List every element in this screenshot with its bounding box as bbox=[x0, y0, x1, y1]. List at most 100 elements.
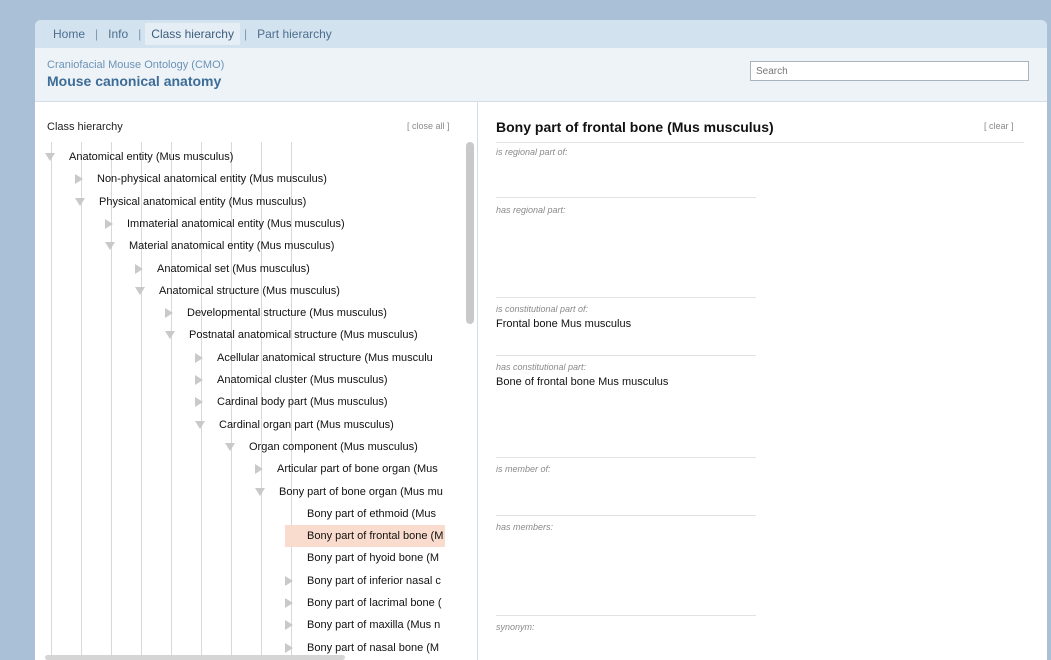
prop-value-has-constitutional-part[interactable]: Bone of frontal bone Mus musculus bbox=[496, 376, 668, 388]
tree-node-label: Bony part of bone organ (Mus mu bbox=[279, 485, 443, 498]
tree-node-label: Anatomical set (Mus musculus) bbox=[157, 262, 310, 275]
tree-node[interactable]: Anatomical structure (Mus musculus) bbox=[135, 280, 340, 302]
prop-label-is-member-of: is member of: bbox=[496, 464, 551, 474]
tree-node-label: Developmental structure (Mus musculus) bbox=[187, 307, 387, 320]
tab-separator: | bbox=[138, 27, 142, 41]
expanded-triangle-icon[interactable] bbox=[135, 286, 145, 295]
collapsed-triangle-icon[interactable] bbox=[285, 575, 293, 586]
collapsed-triangle-icon[interactable] bbox=[285, 620, 293, 631]
tree-node[interactable]: Bony part of ethmoid (Mus bbox=[285, 503, 436, 525]
tree-node[interactable]: Developmental structure (Mus musculus) bbox=[165, 302, 387, 324]
collapsed-triangle-icon[interactable] bbox=[165, 308, 173, 319]
tree-guide-line bbox=[81, 142, 82, 660]
tree-node-label: Bony part of inferior nasal c bbox=[307, 574, 441, 587]
tree-node-label: Immaterial anatomical entity (Mus muscul… bbox=[127, 217, 345, 230]
expanded-triangle-icon[interactable] bbox=[165, 331, 175, 340]
tree-node[interactable]: Articular part of bone organ (Mus bbox=[255, 458, 438, 480]
tree-node[interactable]: Bony part of bone organ (Mus mu bbox=[255, 481, 443, 503]
clear-link[interactable]: [ clear ] bbox=[984, 121, 1014, 131]
tree-node-label: Bony part of lacrimal bone ( bbox=[307, 597, 442, 609]
tree-node-label: Bony part of maxilla (Mus n bbox=[307, 619, 441, 632]
prop-label-has-regional-part: has regional part: bbox=[496, 205, 566, 215]
tree-guide-line bbox=[51, 142, 52, 660]
divider bbox=[496, 297, 756, 298]
expanded-triangle-icon[interactable] bbox=[105, 242, 115, 251]
tree-node[interactable]: Physical anatomical entity (Mus musculus… bbox=[75, 191, 306, 213]
collapsed-triangle-icon[interactable] bbox=[195, 375, 203, 385]
expanded-triangle-icon[interactable] bbox=[195, 420, 205, 429]
tree-node-label: Anatomical structure (Mus musculus) bbox=[159, 284, 340, 297]
tree-node-selected[interactable]: Bony part of frontal bone (M bbox=[285, 525, 446, 548]
prop-label-synonym: synonym: bbox=[496, 622, 535, 632]
expanded-triangle-icon[interactable] bbox=[255, 487, 265, 496]
collapsed-triangle-icon[interactable] bbox=[105, 218, 113, 229]
tree-node[interactable]: Bony part of maxilla (Mus n bbox=[285, 614, 440, 636]
tree-node-label: Bony part of frontal bone (M bbox=[307, 530, 444, 543]
tab-part-hierarchy[interactable]: Part hierarchy bbox=[251, 23, 338, 45]
collapsed-triangle-icon[interactable] bbox=[255, 464, 263, 475]
tree-node[interactable]: Organ component (Mus musculus) bbox=[225, 436, 418, 458]
tree-node[interactable]: Acellular anatomical structure (Mus musc… bbox=[195, 347, 433, 369]
prop-label-constitutional-part-of: is constitutional part of: bbox=[496, 304, 589, 314]
tree-node-label: Material anatomical entity (Mus musculus… bbox=[129, 240, 335, 253]
divider bbox=[496, 197, 756, 198]
collapsed-triangle-icon[interactable] bbox=[75, 174, 83, 185]
prop-label-has-members: has members: bbox=[496, 522, 554, 532]
tab-info[interactable]: Info bbox=[102, 23, 134, 45]
tree-node[interactable]: Anatomical entity (Mus musculus) bbox=[45, 146, 233, 168]
tree-node-label: Postnatal anatomical structure (Mus musc… bbox=[189, 329, 418, 342]
tab-separator: | bbox=[95, 27, 99, 41]
divider bbox=[496, 142, 1024, 143]
horizontal-scrollbar[interactable] bbox=[45, 655, 345, 660]
tab-separator: | bbox=[243, 27, 248, 41]
collapsed-triangle-icon[interactable] bbox=[285, 642, 293, 653]
tree-node[interactable]: Anatomical cluster (Mus musculus) bbox=[195, 369, 388, 391]
tree-node-label: Cardinal organ part (Mus musculus) bbox=[219, 418, 394, 431]
tree-node-label: Physical anatomical entity (Mus musculus… bbox=[99, 195, 307, 208]
prop-label-regional-part-of: is regional part of: bbox=[496, 147, 568, 157]
tree-node-label: Bony part of hyoid bone (M bbox=[307, 552, 440, 565]
tree-node[interactable]: Cardinal body part (Mus musculus) bbox=[195, 391, 388, 413]
tree-node-label: Organ component (Mus musculus) bbox=[249, 440, 418, 453]
divider bbox=[496, 355, 756, 356]
page-title: Mouse canonical anatomy bbox=[47, 73, 222, 89]
expanded-triangle-icon[interactable] bbox=[225, 442, 235, 451]
detail-panel: Bony part of frontal bone (Mus musculus)… bbox=[479, 102, 1047, 660]
prop-value-constitutional-part-of[interactable]: Frontal bone Mus musculus bbox=[496, 318, 631, 330]
tree-node[interactable]: Bony part of lacrimal bone ( bbox=[285, 592, 442, 614]
tree-node[interactable]: Material anatomical entity (Mus musculus… bbox=[105, 235, 334, 257]
tab-home[interactable]: Home bbox=[47, 23, 91, 45]
vertical-scrollbar[interactable] bbox=[466, 142, 474, 324]
tree-node-label: Bony part of ethmoid (Mus bbox=[307, 507, 437, 520]
divider bbox=[496, 515, 756, 516]
collapsed-triangle-icon[interactable] bbox=[195, 397, 203, 408]
prop-label-has-constitutional-part: has constitutional part: bbox=[496, 362, 587, 372]
detail-title: Bony part of frontal bone (Mus musculus) bbox=[496, 119, 774, 135]
tree-node-label: Articular part of bone organ (Mus bbox=[277, 463, 438, 476]
tab-class-hierarchy[interactable]: Class hierarchy bbox=[145, 23, 240, 45]
tree-node[interactable]: Postnatal anatomical structure (Mus musc… bbox=[165, 324, 418, 346]
tree-node-label: Cardinal body part (Mus musculus) bbox=[217, 396, 388, 409]
tree-node[interactable]: Anatomical set (Mus musculus) bbox=[135, 258, 310, 280]
tree-node-label: Bony part of nasal bone (M bbox=[307, 641, 440, 654]
expanded-triangle-icon[interactable] bbox=[75, 197, 85, 206]
divider bbox=[496, 457, 756, 458]
tree-node[interactable]: Immaterial anatomical entity (Mus muscul… bbox=[105, 213, 345, 235]
collapsed-triangle-icon[interactable] bbox=[195, 352, 203, 363]
collapsed-triangle-icon[interactable] bbox=[285, 598, 293, 608]
tree-node[interactable]: Non-physical anatomical entity (Mus musc… bbox=[75, 168, 327, 190]
expanded-triangle-icon[interactable] bbox=[45, 153, 55, 161]
class-hierarchy-panel: Class hierarchy [ close all ] Anatomical… bbox=[35, 102, 478, 660]
tree-node[interactable]: Bony part of inferior nasal c bbox=[285, 570, 441, 592]
search-input[interactable] bbox=[750, 61, 1029, 81]
tree-node[interactable]: Cardinal organ part (Mus musculus) bbox=[195, 414, 394, 436]
collapsed-triangle-icon[interactable] bbox=[135, 263, 143, 274]
app-window: Home | Info | Class hierarchy | Part hie… bbox=[35, 20, 1047, 660]
tab-bar: Home | Info | Class hierarchy | Part hie… bbox=[35, 20, 1047, 48]
class-tree: Anatomical entity (Mus musculus) Non-phys… bbox=[35, 102, 465, 660]
tree-node-label: Acellular anatomical structure (Mus musc… bbox=[217, 351, 433, 364]
page-header: Craniofacial Mouse Ontology (CMO) Mouse … bbox=[35, 48, 1047, 102]
tree-node[interactable]: Bony part of hyoid bone (M bbox=[285, 547, 439, 569]
tree-node-label: Anatomical cluster (Mus musculus) bbox=[217, 374, 388, 386]
divider bbox=[496, 615, 756, 616]
